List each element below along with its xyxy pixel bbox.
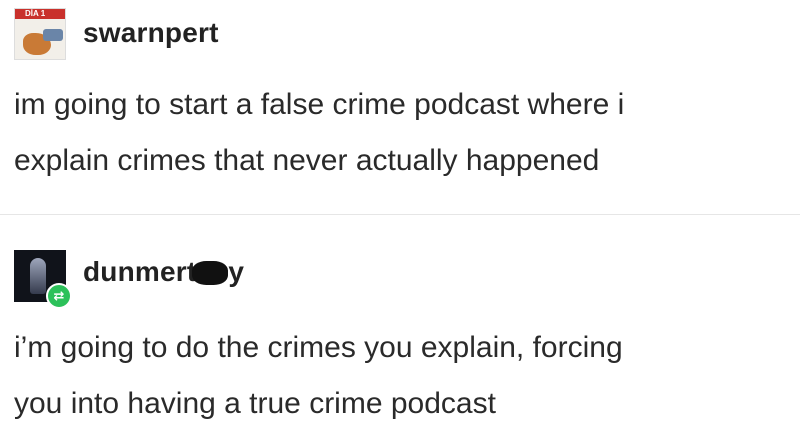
username-dunmert[interactable]: dunmert y	[83, 256, 244, 288]
username-visible-part: dunmert	[83, 256, 197, 287]
avatar-calendar-label: DÍA 1	[25, 9, 46, 18]
post-text: im going to start a false crime podcast …	[14, 77, 784, 189]
username-tail: y	[228, 256, 245, 287]
reply-text-line: you into having a true crime podcast	[14, 387, 496, 420]
avatar-swarnpert[interactable]: DÍA 1	[14, 8, 66, 60]
reply-text: i’m going to do the crimes you explain, …	[14, 320, 784, 432]
redaction-mark	[192, 261, 229, 285]
post-text-line: im going to start a false crime podcast …	[14, 88, 625, 121]
avatar-object-shape	[43, 29, 63, 41]
avatar-figure	[30, 258, 46, 294]
reblog-icon: ⇄	[46, 283, 72, 309]
reply-text-line: i’m going to do the crimes you explain, …	[14, 331, 623, 364]
username-swarnpert[interactable]: swarnpert	[83, 17, 219, 49]
post-text-line: explain crimes that never actually happe…	[14, 144, 600, 177]
